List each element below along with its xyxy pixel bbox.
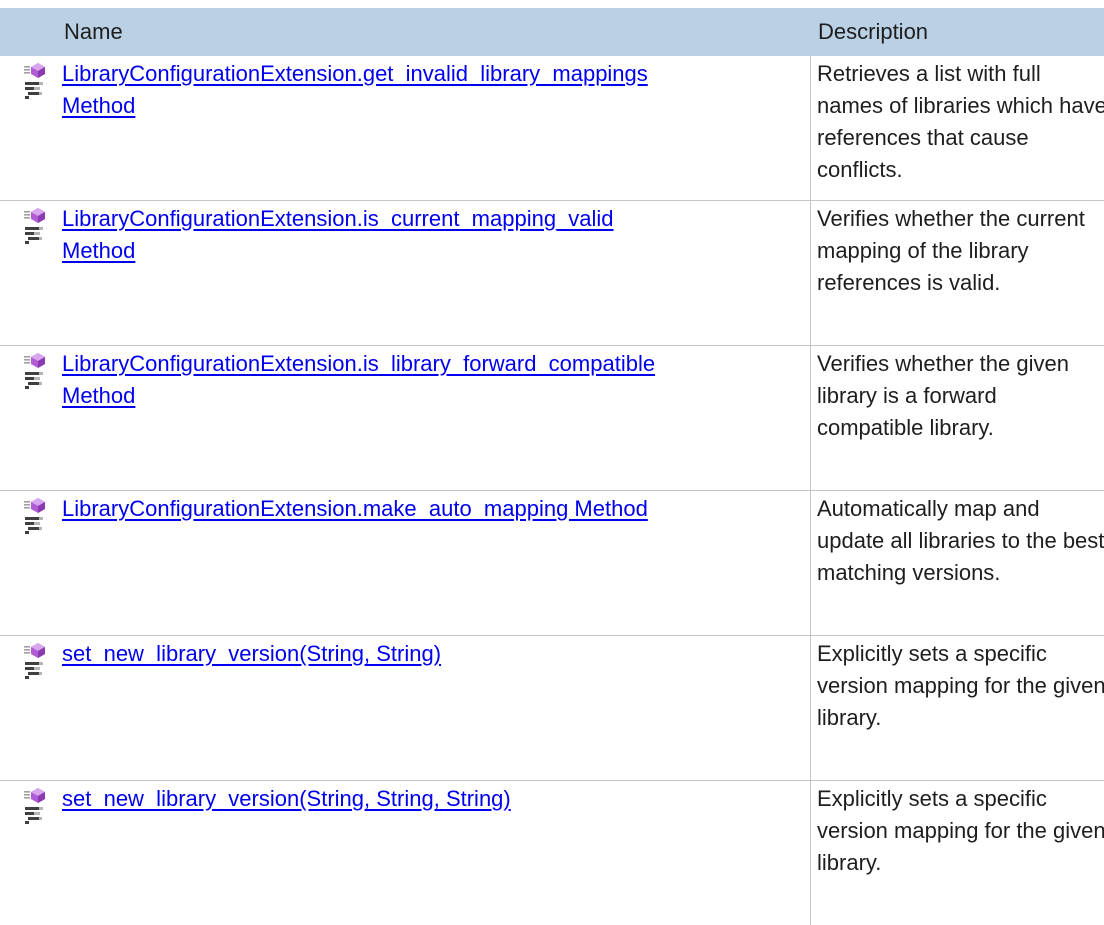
- name-cell: LibraryConfigurationExtension.get_invali…: [56, 56, 810, 200]
- member-link[interactable]: set_new_library_version(String, String, …: [62, 786, 511, 811]
- static-icon: [25, 82, 43, 99]
- member-link[interactable]: LibraryConfigurationExtension.is_library…: [62, 351, 655, 408]
- member-description: Retrieves a list with full names of libr…: [817, 61, 1104, 182]
- name-cell: LibraryConfigurationExtension.make_auto_…: [56, 491, 810, 635]
- member-link[interactable]: LibraryConfigurationExtension.get_invali…: [62, 61, 648, 118]
- static-icon: [25, 517, 43, 534]
- method-icon: [24, 63, 45, 78]
- name-cell: set_new_library_version(String, String, …: [56, 781, 810, 925]
- table-row: set_new_library_version(String, String) …: [0, 636, 1104, 781]
- header-icon-cell: [0, 8, 56, 56]
- member-link[interactable]: set_new_library_version(String, String): [62, 641, 441, 666]
- column-header-name[interactable]: Name: [56, 8, 810, 56]
- member-description: Explicitly sets a specific version mappi…: [817, 641, 1104, 730]
- description-cell: Automatically map and update all librari…: [810, 491, 1104, 635]
- table-header: Name Description: [0, 8, 1104, 56]
- icon-cell: [0, 201, 56, 345]
- static-icon: [25, 807, 43, 824]
- static-icon: [25, 662, 43, 679]
- table-row: LibraryConfigurationExtension.is_current…: [0, 201, 1104, 346]
- name-cell: LibraryConfigurationExtension.is_current…: [56, 201, 810, 345]
- member-description: Automatically map and update all librari…: [817, 496, 1104, 585]
- method-icon: [24, 498, 45, 513]
- description-cell: Explicitly sets a specific version mappi…: [810, 636, 1104, 780]
- table-row: LibraryConfigurationExtension.is_library…: [0, 346, 1104, 491]
- method-icon: [24, 643, 45, 658]
- description-cell: Retrieves a list with full names of libr…: [810, 56, 1104, 200]
- table-row: LibraryConfigurationExtension.get_invali…: [0, 56, 1104, 201]
- member-link[interactable]: LibraryConfigurationExtension.make_auto_…: [62, 496, 648, 521]
- description-cell: Verifies whether the current mapping of …: [810, 201, 1104, 345]
- method-icon: [24, 788, 45, 803]
- static-icon: [25, 372, 43, 389]
- icon-cell: [0, 491, 56, 635]
- icon-cell: [0, 56, 56, 200]
- static-icon: [25, 227, 43, 244]
- table-row: set_new_library_version(String, String, …: [0, 781, 1104, 925]
- members-table: Name Description LibraryConfigurationExt…: [0, 8, 1104, 925]
- icon-cell: [0, 346, 56, 490]
- member-description: Explicitly sets a specific version mappi…: [817, 786, 1104, 875]
- method-icon: [24, 353, 45, 368]
- member-link[interactable]: LibraryConfigurationExtension.is_current…: [62, 206, 614, 263]
- name-cell: LibraryConfigurationExtension.is_library…: [56, 346, 810, 490]
- name-cell: set_new_library_version(String, String): [56, 636, 810, 780]
- method-icon: [24, 208, 45, 223]
- member-description: Verifies whether the current mapping of …: [817, 206, 1085, 295]
- column-header-description[interactable]: Description: [810, 8, 1104, 56]
- description-cell: Verifies whether the given library is a …: [810, 346, 1104, 490]
- icon-cell: [0, 636, 56, 780]
- icon-cell: [0, 781, 56, 925]
- member-description: Verifies whether the given library is a …: [817, 351, 1069, 440]
- table-row: LibraryConfigurationExtension.make_auto_…: [0, 491, 1104, 636]
- description-cell: Explicitly sets a specific version mappi…: [810, 781, 1104, 925]
